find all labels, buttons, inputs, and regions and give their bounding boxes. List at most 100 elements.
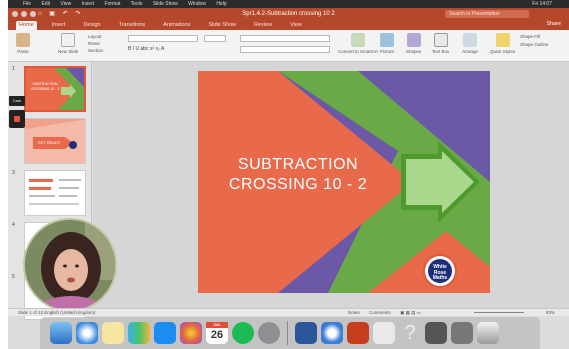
comments-button[interactable]: Comments bbox=[369, 310, 391, 315]
record-icon bbox=[14, 116, 20, 122]
powerpoint-icon[interactable] bbox=[347, 322, 369, 344]
paste-button[interactable]: Paste bbox=[16, 33, 30, 54]
shapes-icon bbox=[406, 33, 421, 47]
smartart-icon bbox=[350, 33, 365, 47]
tab-view[interactable]: View bbox=[287, 21, 305, 30]
tab-home[interactable]: Home bbox=[16, 21, 37, 30]
word-icon[interactable] bbox=[295, 322, 317, 344]
thumbnail-number: 4 bbox=[12, 222, 15, 228]
tab-design[interactable]: Design bbox=[80, 21, 103, 30]
slide-thumbnail-2[interactable]: GET READY bbox=[24, 118, 86, 164]
new-slide-icon bbox=[61, 33, 76, 47]
search-input[interactable]: Search in Presentation bbox=[445, 10, 529, 18]
menubar-clock: Fri 14:07 bbox=[532, 1, 552, 7]
reset-button[interactable]: Reset bbox=[88, 40, 103, 47]
menu-format[interactable]: Format bbox=[105, 1, 121, 7]
font-format-buttons[interactable]: B I U abc x² x₂ A bbox=[128, 46, 228, 53]
text-box-button[interactable]: Text Box bbox=[432, 33, 449, 54]
slide-counter: Slide 1 of 12 English (United Kingdom) bbox=[18, 310, 96, 315]
calendar-icon[interactable]: JUL 26 bbox=[206, 322, 228, 344]
thumbnail-number: 1 bbox=[12, 66, 15, 72]
shape-outline-button[interactable]: Shape Outline bbox=[520, 41, 549, 49]
finder-icon[interactable] bbox=[50, 322, 72, 344]
menu-help[interactable]: Help bbox=[216, 1, 226, 7]
section-button[interactable]: Section bbox=[88, 47, 103, 54]
smartart-button[interactable]: Convert to SmartArt bbox=[338, 33, 378, 54]
slide-thumbnail-1[interactable]: SUBTRACTION CROSSING 10 - 2 bbox=[24, 66, 86, 112]
menu-insert[interactable]: Insert bbox=[82, 1, 95, 7]
tab-animations[interactable]: Animations bbox=[160, 21, 193, 30]
slide-title[interactable]: SUBTRACTION CROSSING 10 - 2 bbox=[198, 155, 398, 195]
arrange-icon bbox=[463, 33, 477, 47]
photos-icon[interactable] bbox=[180, 322, 202, 344]
white-rose-maths-logo: White Rose Maths bbox=[423, 254, 457, 288]
quick-styles-icon bbox=[495, 33, 510, 47]
thumbnail-1-title: SUBTRACTION CROSSING 10 - 2 bbox=[30, 82, 60, 91]
camera-toggle[interactable]: Cam bbox=[9, 96, 25, 106]
paste-icon bbox=[16, 33, 30, 47]
text-box-label: Text Box bbox=[432, 49, 450, 54]
font-name-select[interactable] bbox=[128, 35, 198, 42]
quick-styles-label: Quick Styles bbox=[490, 49, 516, 54]
menu-tools[interactable]: Tools bbox=[131, 1, 143, 7]
font-size-select[interactable] bbox=[204, 35, 226, 42]
shapes-button[interactable]: Shapes bbox=[406, 33, 421, 54]
picture-label: Picture bbox=[380, 49, 395, 54]
shape-fill-button[interactable]: Shape Fill bbox=[520, 33, 549, 41]
layout-group: Layout Reset Section bbox=[88, 33, 103, 54]
arrange-label: Arrange bbox=[462, 49, 479, 54]
screen: File Edit View Insert Format Tools Slide… bbox=[8, 0, 569, 349]
picture-button[interactable]: Picture bbox=[380, 33, 394, 54]
menu-window[interactable]: Window bbox=[188, 1, 206, 7]
system-preferences-icon[interactable] bbox=[258, 322, 280, 344]
new-slide-button[interactable]: New Slide bbox=[58, 33, 78, 54]
trash-icon[interactable] bbox=[477, 322, 499, 344]
picture-icon bbox=[380, 33, 394, 47]
arrange-button[interactable]: Arrange bbox=[462, 33, 478, 54]
alignment-buttons[interactable] bbox=[240, 46, 330, 53]
help-icon[interactable]: ? bbox=[399, 322, 421, 344]
slide-thumbnail-3[interactable] bbox=[24, 170, 86, 216]
share-button[interactable]: Share bbox=[546, 21, 561, 27]
numbers-icon[interactable] bbox=[128, 322, 150, 344]
slide-editor[interactable]: SUBTRACTION CROSSING 10 - 2 White Rose M… bbox=[93, 62, 569, 308]
normal-view-icon[interactable]: ▣ ▦ ▤ ▭ bbox=[400, 310, 421, 315]
text-box-icon bbox=[433, 33, 448, 47]
logo-text: White Rose Maths bbox=[428, 259, 452, 283]
quick-styles-button[interactable]: Quick Styles bbox=[490, 33, 515, 54]
record-button[interactable] bbox=[9, 110, 25, 128]
notes-app-icon[interactable] bbox=[102, 322, 124, 344]
generic-app-icon[interactable] bbox=[373, 322, 395, 344]
layout-button[interactable]: Layout bbox=[88, 33, 103, 40]
menu-edit[interactable]: Edit bbox=[41, 1, 50, 7]
app-store-icon[interactable] bbox=[154, 322, 176, 344]
menu-file[interactable]: File bbox=[23, 1, 31, 7]
thumbnail-3-art bbox=[29, 179, 81, 205]
thumbnail-number: 5 bbox=[12, 274, 15, 280]
language-indicator[interactable]: English (United Kingdom) bbox=[44, 310, 95, 315]
tab-transitions[interactable]: Transitions bbox=[116, 21, 149, 30]
dock: JUL 26 ? bbox=[40, 317, 540, 349]
dock-separator bbox=[287, 321, 288, 345]
zoom-slider[interactable] bbox=[474, 312, 524, 313]
notes-button[interactable]: Notes bbox=[348, 310, 360, 315]
window-thumbnail-icon[interactable] bbox=[425, 322, 447, 344]
ribbon-tabs: Home Insert Design Transitions Animation… bbox=[8, 20, 569, 30]
zoom-level[interactable]: 83% bbox=[546, 309, 555, 316]
quicktime-icon[interactable] bbox=[321, 322, 343, 344]
menu-slideshow[interactable]: Slide Show bbox=[153, 1, 178, 7]
tab-slideshow[interactable]: Slide Show bbox=[205, 21, 239, 30]
safari-icon[interactable] bbox=[76, 322, 98, 344]
window-thumbnail-icon[interactable] bbox=[451, 322, 473, 344]
webcam-overlay bbox=[23, 218, 117, 312]
status-bar: Slide 1 of 12 English (United Kingdom) N… bbox=[8, 308, 569, 316]
new-slide-label: New Slide bbox=[58, 49, 79, 54]
spotify-icon[interactable] bbox=[232, 322, 254, 344]
tab-insert[interactable]: Insert bbox=[49, 21, 69, 30]
paragraph-buttons[interactable] bbox=[240, 35, 330, 42]
presenter-video bbox=[25, 220, 115, 310]
tab-review[interactable]: Review bbox=[251, 21, 275, 30]
menu-view[interactable]: View bbox=[60, 1, 71, 7]
current-slide[interactable]: SUBTRACTION CROSSING 10 - 2 White Rose M… bbox=[198, 71, 490, 293]
smartart-label: Convert to SmartArt bbox=[338, 49, 378, 54]
